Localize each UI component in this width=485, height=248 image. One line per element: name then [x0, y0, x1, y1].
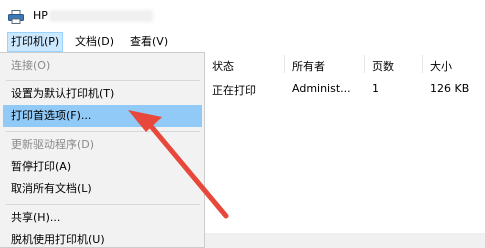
red-arrow-icon	[128, 110, 229, 219]
